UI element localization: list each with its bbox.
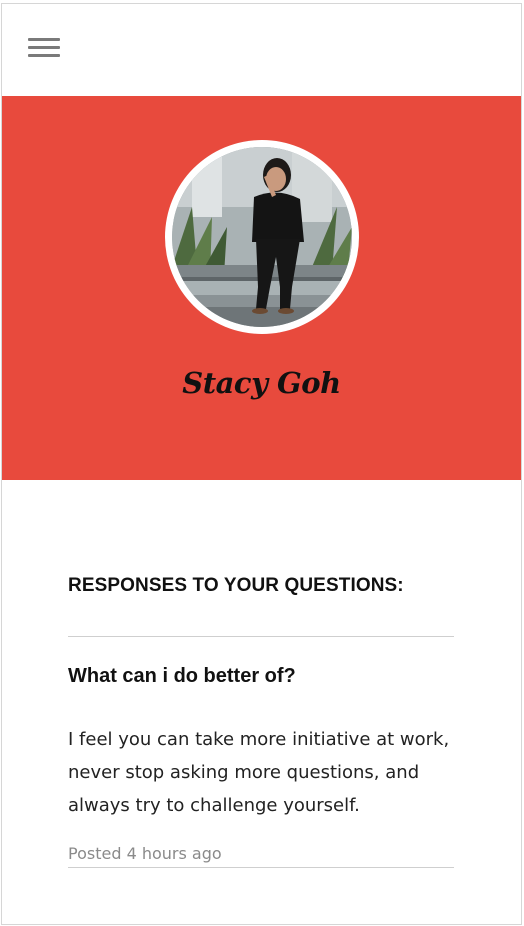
- post-timestamp: Posted 4 hours ago: [68, 844, 454, 868]
- avatar-illustration: [172, 147, 352, 327]
- app-frame: Stacy Goh RESPONSES TO YOUR QUESTIONS: W…: [1, 3, 522, 925]
- answer-text: I feel you can take more initiative at w…: [68, 729, 450, 816]
- menu-line: [28, 54, 60, 57]
- section-title: RESPONSES TO YOUR QUESTIONS:: [68, 575, 404, 596]
- hamburger-menu-icon[interactable]: [28, 37, 62, 61]
- divider: [68, 636, 454, 637]
- avatar: [165, 140, 359, 334]
- question-title: What can i do better of?: [68, 665, 296, 687]
- avatar-photo: [172, 147, 352, 327]
- top-bar: [2, 4, 521, 96]
- menu-line: [28, 38, 60, 41]
- profile-hero: Stacy Goh: [2, 96, 521, 480]
- profile-name: Stacy Goh: [182, 366, 341, 400]
- menu-line: [28, 46, 60, 49]
